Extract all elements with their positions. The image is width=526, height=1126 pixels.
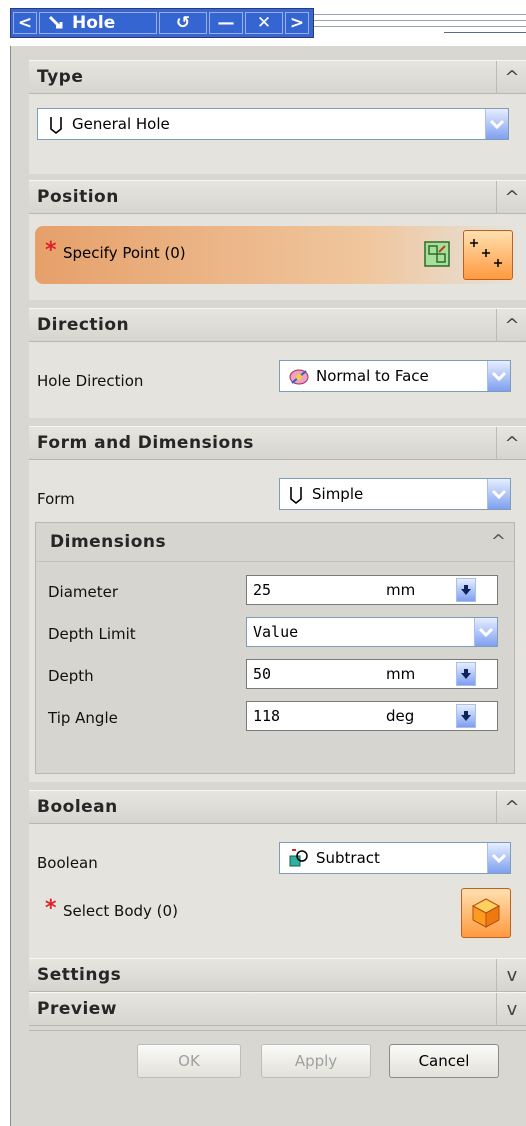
depth-limit-select[interactable]: Value [246, 617, 498, 647]
forward-button[interactable]: > [285, 12, 309, 34]
divider [29, 1030, 526, 1031]
section-direction-title: Direction [37, 315, 130, 335]
collapse-chevron-icon[interactable]: ^ [496, 61, 526, 93]
boolean-label: Boolean [37, 854, 98, 872]
reset-button[interactable]: ↺ [159, 12, 207, 34]
required-marker: * [45, 896, 57, 921]
section-type-header[interactable]: Type ^ [29, 60, 526, 94]
dropdown-arrow-icon[interactable] [485, 109, 508, 139]
general-hole-icon [48, 115, 64, 139]
hole-direction-value: Normal to Face [316, 367, 429, 385]
depth-limit-label: Depth Limit [48, 625, 136, 643]
diameter-unit-dropdown-icon[interactable] [456, 578, 476, 602]
dimensions-title: Dimensions [50, 532, 167, 552]
dimensions-group: Dimensions ^ Diameter 25 mm Depth Limit … [35, 522, 515, 774]
section-settings-title: Settings [37, 965, 122, 985]
section-settings-header[interactable]: Settings v [29, 958, 526, 992]
tip-angle-value: 118 [253, 707, 281, 725]
title-tab[interactable]: Hole [39, 12, 157, 34]
expand-chevron-icon[interactable]: v [496, 993, 526, 1025]
required-marker: * [45, 238, 57, 263]
section-preview-title: Preview [37, 999, 118, 1019]
section-position-title: Position [37, 187, 119, 207]
close-button[interactable]: ✕ [245, 12, 283, 34]
tip-angle-unit-dropdown-icon[interactable] [456, 704, 476, 728]
simple-hole-icon [288, 485, 304, 509]
diameter-label: Diameter [48, 583, 119, 601]
boolean-select[interactable]: Subtract [279, 842, 511, 874]
expand-chevron-icon[interactable]: v [496, 959, 526, 991]
dropdown-arrow-icon[interactable] [487, 479, 510, 509]
depth-label: Depth [48, 667, 94, 685]
point-dialog-icon[interactable] [423, 240, 451, 268]
tip-angle-unit: deg [386, 707, 415, 725]
inferred-point-icon[interactable] [463, 230, 513, 280]
dropdown-arrow-icon[interactable] [487, 843, 510, 873]
specify-point-row[interactable]: * Specify Point (0) [35, 226, 519, 284]
section-position-body: * Specify Point (0) [29, 214, 526, 300]
title-tab-bar: < Hole ↺ — ✕ > [10, 8, 314, 38]
depth-unit-dropdown-icon[interactable] [456, 662, 476, 686]
select-body-label: Select Body (0) [63, 902, 178, 920]
collapse-chevron-icon[interactable]: ^ [496, 309, 526, 341]
type-value: General Hole [72, 115, 170, 133]
hole-direction-label: Hole Direction [37, 372, 144, 390]
section-position-header[interactable]: Position ^ [29, 180, 526, 214]
select-body-icon[interactable] [461, 888, 511, 938]
dialog-title: Hole [72, 13, 116, 33]
form-label: Form [37, 490, 75, 508]
type-select[interactable]: General Hole [37, 108, 509, 140]
normal-to-face-icon [288, 367, 310, 391]
diameter-value: 25 [253, 581, 272, 599]
collapse-chevron-icon[interactable]: ^ [496, 427, 526, 459]
dropdown-arrow-icon[interactable] [487, 361, 510, 391]
depth-value: 50 [253, 665, 272, 683]
ok-button[interactable]: OK [137, 1044, 241, 1078]
form-select[interactable]: Simple [279, 478, 511, 510]
cancel-button[interactable]: Cancel [389, 1044, 499, 1078]
hole-icon [46, 13, 66, 33]
collapse-chevron-icon[interactable]: ^ [496, 181, 526, 213]
title-rail [314, 10, 526, 38]
section-type-title: Type [37, 67, 84, 87]
section-boolean-title: Boolean [37, 797, 118, 817]
window-titlebar: < Hole ↺ — ✕ > [0, 0, 526, 46]
section-boolean-header[interactable]: Boolean ^ [29, 790, 526, 824]
depth-unit: mm [386, 665, 416, 683]
section-form-body: Form Simple Dimensions ^ Diameter 25 mm … [29, 460, 526, 782]
depth-limit-value: Value [253, 623, 299, 641]
subtract-icon [288, 848, 310, 874]
apply-button[interactable]: Apply [261, 1044, 371, 1078]
collapse-chevron-icon[interactable]: ^ [491, 531, 506, 552]
section-form-header[interactable]: Form and Dimensions ^ [29, 426, 526, 460]
diameter-unit: mm [386, 581, 416, 599]
collapse-chevron-icon[interactable]: ^ [496, 791, 526, 823]
specify-point-label: Specify Point (0) [63, 244, 186, 262]
section-boolean-body: Boolean Subtract * Select Body (0) [29, 824, 526, 958]
section-direction-body: Hole Direction Normal to Face [29, 342, 526, 418]
section-form-title: Form and Dimensions [37, 433, 254, 453]
boolean-value: Subtract [316, 849, 380, 867]
dropdown-arrow-icon[interactable] [474, 618, 497, 646]
back-button[interactable]: < [13, 12, 37, 34]
form-value: Simple [312, 485, 364, 503]
tip-angle-label: Tip Angle [48, 709, 118, 727]
section-direction-header[interactable]: Direction ^ [29, 308, 526, 342]
section-preview-header[interactable]: Preview v [29, 992, 526, 1026]
dimensions-header[interactable]: Dimensions ^ [36, 523, 514, 562]
hole-direction-select[interactable]: Normal to Face [279, 360, 511, 392]
section-type-body: General Hole [29, 94, 526, 174]
minimize-button[interactable]: — [209, 12, 243, 34]
hole-dialog: Type ^ General Hole Position ^ * Specify… [10, 46, 526, 1126]
